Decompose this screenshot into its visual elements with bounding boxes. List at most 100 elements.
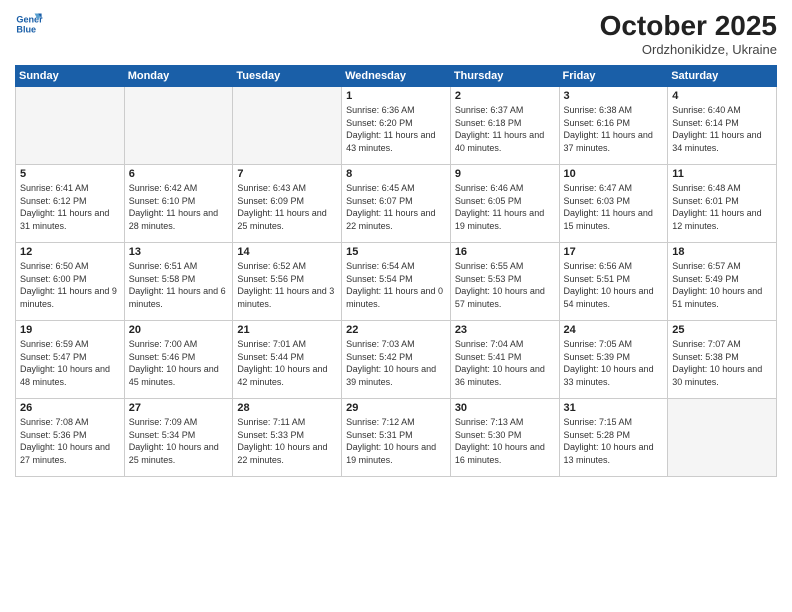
header: General Blue October 2025 Ordzhonikidze,… (15, 10, 777, 57)
calendar-day-cell: 3Sunrise: 6:38 AMSunset: 6:16 PMDaylight… (559, 87, 668, 165)
day-number: 6 (129, 168, 229, 180)
logo: General Blue (15, 10, 43, 38)
calendar-day-cell: 16 Sunrise: 6:55 AMSunset: 5:53 PMDayligh… (450, 243, 559, 321)
day-info: Sunrise: 6:45 AMSunset: 6:07 PMDaylight:… (346, 182, 446, 232)
day-number: 12 (20, 246, 120, 258)
day-number: 9 (455, 168, 555, 180)
day-number: 24 (564, 324, 664, 336)
header-monday: Monday (124, 66, 233, 87)
calendar-day-cell: 26Sunrise: 7:08 AMSunset: 5:36 PMDayligh… (16, 399, 125, 477)
day-number: 13 (129, 246, 229, 258)
day-number: 7 (237, 168, 337, 180)
calendar-day-cell (16, 87, 125, 165)
header-friday: Friday (559, 66, 668, 87)
calendar-day-cell: 13Sunrise: 6:51 AMSunset: 5:58 PMDayligh… (124, 243, 233, 321)
day-info: Sunrise: 6:47 AMSunset: 6:03 PMDaylight:… (564, 182, 664, 232)
day-number: 2 (455, 90, 555, 102)
calendar-week-row: 19 Sunrise: 6:59 AMSunset: 5:47 PMDayligh… (16, 321, 777, 399)
day-info: Sunrise: 6:56 AMSunset: 5:51 PMDaylight:… (564, 260, 664, 310)
header-tuesday: Tuesday (233, 66, 342, 87)
day-info: Sunrise: 6:37 AMSunset: 6:18 PMDaylight:… (455, 104, 555, 154)
header-saturday: Saturday (668, 66, 777, 87)
day-number: 28 (237, 402, 337, 414)
day-info: Sunrise: 6:42 AMSunset: 6:10 PMDaylight:… (129, 182, 229, 232)
day-info: Sunrise: 7:12 AMSunset: 5:31 PMDaylight:… (346, 416, 446, 466)
day-info: Sunrise: 6:50 AMSunset: 6:00 PMDaylight:… (20, 260, 120, 310)
calendar-day-cell: 27 Sunrise: 7:09 AMSunset: 5:34 PMDayligh… (124, 399, 233, 477)
day-info: Sunrise: 7:11 AMSunset: 5:33 PMDaylight:… (237, 416, 337, 466)
calendar-day-cell: 31 Sunrise: 7:15 AMSunset: 5:28 PMDayligh… (559, 399, 668, 477)
day-number: 19 (20, 324, 120, 336)
calendar-day-cell: 21 Sunrise: 7:01 AMSunset: 5:44 PMDayligh… (233, 321, 342, 399)
day-number: 26 (20, 402, 120, 414)
calendar-day-cell: 4 Sunrise: 6:40 AMSunset: 6:14 PMDaylight… (668, 87, 777, 165)
day-number: 31 (564, 402, 664, 414)
calendar-day-cell: 1 Sunrise: 6:36 AMSunset: 6:20 PMDaylight… (342, 87, 451, 165)
header-thursday: Thursday (450, 66, 559, 87)
day-number: 25 (672, 324, 772, 336)
calendar-day-cell: 19 Sunrise: 6:59 AMSunset: 5:47 PMDayligh… (16, 321, 125, 399)
calendar-day-cell: 11 Sunrise: 6:48 AMSunset: 6:01 PMDayligh… (668, 165, 777, 243)
day-info: Sunrise: 7:05 AMSunset: 5:39 PMDaylight:… (564, 338, 664, 388)
calendar-day-cell: 9 Sunrise: 6:46 AMSunset: 6:05 PMDaylight… (450, 165, 559, 243)
day-number: 11 (672, 168, 772, 180)
day-number: 21 (237, 324, 337, 336)
day-info: Sunrise: 6:46 AMSunset: 6:05 PMDaylight:… (455, 182, 555, 232)
calendar-day-cell: 8 Sunrise: 6:45 AMSunset: 6:07 PMDaylight… (342, 165, 451, 243)
day-info: Sunrise: 6:55 AMSunset: 5:53 PMDaylight:… (455, 260, 555, 310)
day-number: 18 (672, 246, 772, 258)
day-info: Sunrise: 7:01 AMSunset: 5:44 PMDaylight:… (237, 338, 337, 388)
svg-text:Blue: Blue (16, 24, 36, 34)
calendar-day-cell: 20Sunrise: 7:00 AMSunset: 5:46 PMDayligh… (124, 321, 233, 399)
location: Ordzhonikidze, Ukraine (600, 42, 777, 57)
calendar-week-row: 5 Sunrise: 6:41 AMSunset: 6:12 PMDaylight… (16, 165, 777, 243)
calendar-day-cell: 18 Sunrise: 6:57 AMSunset: 5:49 PMDayligh… (668, 243, 777, 321)
calendar-day-cell (124, 87, 233, 165)
day-info: Sunrise: 6:41 AMSunset: 6:12 PMDaylight:… (20, 182, 120, 232)
calendar-day-cell: 14Sunrise: 6:52 AMSunset: 5:56 PMDayligh… (233, 243, 342, 321)
month-title: October 2025 (600, 10, 777, 42)
day-number: 27 (129, 402, 229, 414)
day-number: 23 (455, 324, 555, 336)
day-number: 8 (346, 168, 446, 180)
day-number: 3 (564, 90, 664, 102)
day-info: Sunrise: 7:03 AMSunset: 5:42 PMDaylight:… (346, 338, 446, 388)
day-number: 15 (346, 246, 446, 258)
calendar-day-cell: 22 Sunrise: 7:03 AMSunset: 5:42 PMDayligh… (342, 321, 451, 399)
day-number: 14 (237, 246, 337, 258)
calendar-day-cell: 6 Sunrise: 6:42 AMSunset: 6:10 PMDaylight… (124, 165, 233, 243)
day-info: Sunrise: 6:40 AMSunset: 6:14 PMDaylight:… (672, 104, 772, 154)
calendar-day-cell: 12 Sunrise: 6:50 AMSunset: 6:00 PMDayligh… (16, 243, 125, 321)
calendar-day-cell (233, 87, 342, 165)
day-info: Sunrise: 7:00 AMSunset: 5:46 PMDaylight:… (129, 338, 229, 388)
day-number: 4 (672, 90, 772, 102)
day-number: 1 (346, 90, 446, 102)
day-number: 29 (346, 402, 446, 414)
calendar-day-cell: 15 Sunrise: 6:54 AMSunset: 5:54 PMDayligh… (342, 243, 451, 321)
day-number: 16 (455, 246, 555, 258)
day-info: Sunrise: 6:59 AMSunset: 5:47 PMDaylight:… (20, 338, 120, 388)
day-info: Sunrise: 7:15 AMSunset: 5:28 PMDaylight:… (564, 416, 664, 466)
day-number: 17 (564, 246, 664, 258)
day-info: Sunrise: 6:36 AMSunset: 6:20 PMDaylight:… (346, 104, 446, 154)
logo-icon: General Blue (15, 10, 43, 38)
header-wednesday: Wednesday (342, 66, 451, 87)
day-info: Sunrise: 6:57 AMSunset: 5:49 PMDaylight:… (672, 260, 772, 310)
calendar-day-cell (668, 399, 777, 477)
day-number: 30 (455, 402, 555, 414)
day-info: Sunrise: 7:09 AMSunset: 5:34 PMDaylight:… (129, 416, 229, 466)
header-sunday: Sunday (16, 66, 125, 87)
calendar-day-cell: 30 Sunrise: 7:13 AMSunset: 5:30 PMDayligh… (450, 399, 559, 477)
calendar-day-cell: 25Sunrise: 7:07 AMSunset: 5:38 PMDayligh… (668, 321, 777, 399)
day-number: 22 (346, 324, 446, 336)
calendar-day-cell: 17 Sunrise: 6:56 AMSunset: 5:51 PMDayligh… (559, 243, 668, 321)
day-info: Sunrise: 6:54 AMSunset: 5:54 PMDaylight:… (346, 260, 446, 310)
calendar-day-cell: 29 Sunrise: 7:12 AMSunset: 5:31 PMDayligh… (342, 399, 451, 477)
day-info: Sunrise: 7:13 AMSunset: 5:30 PMDaylight:… (455, 416, 555, 466)
day-info: Sunrise: 6:43 AMSunset: 6:09 PMDaylight:… (237, 182, 337, 232)
calendar-day-cell: 10Sunrise: 6:47 AMSunset: 6:03 PMDayligh… (559, 165, 668, 243)
calendar-day-cell: 5 Sunrise: 6:41 AMSunset: 6:12 PMDaylight… (16, 165, 125, 243)
day-info: Sunrise: 6:48 AMSunset: 6:01 PMDaylight:… (672, 182, 772, 232)
calendar: Sunday Monday Tuesday Wednesday Thursday… (15, 65, 777, 477)
day-number: 5 (20, 168, 120, 180)
